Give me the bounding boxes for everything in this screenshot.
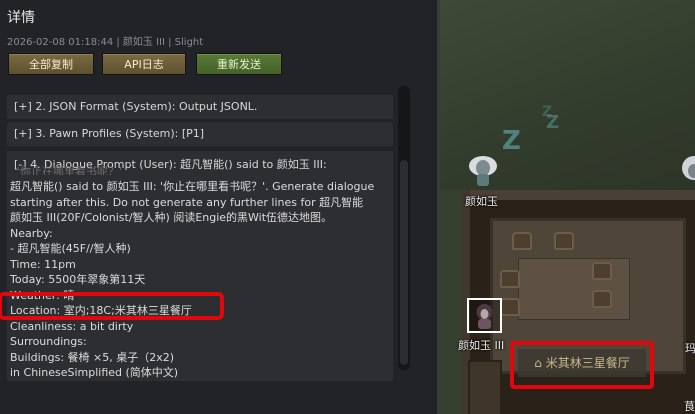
offscreen-pawn-label: 玛 [685,342,695,355]
dining-chair[interactable] [512,232,532,250]
section-label: 2. JSON Format (System): Output JSONL. [35,100,258,113]
log-meta: 2026-02-08 01:18:44 | 颜如玉 III | Slight [7,37,204,48]
prompt-line: Cleanliness: a bit dirty [10,319,134,333]
dining-chair[interactable] [500,298,520,316]
section-label: 3. Pawn Profiles (System): [P1] [35,127,205,140]
room-highlight-box [510,341,654,389]
selected-pawn-name-label: 颜如玉 III [458,339,505,352]
prompt-line: Today: 5500年翠象第11天 [10,273,146,286]
dining-chair[interactable] [592,262,612,280]
prompt-line: Time: 11pm [10,257,76,271]
details-panel: 详情 2026-02-08 01:18:44 | 颜如玉 III | Sligh… [0,0,437,414]
prompt-line: in ChineseSimplified (简体中文) [10,366,179,379]
scrollbar-thumb[interactable] [400,160,408,365]
pawn-sprite[interactable] [680,152,695,188]
panel-title: 详情 [7,10,35,26]
pawn-name-label: 颜如玉 [465,195,498,208]
prompt-line: Buildings: 餐椅 ×5, 桌子（2x2) [10,350,175,364]
dining-chair[interactable] [554,232,574,250]
prompt-line: Nearby: [10,226,53,240]
resend-button[interactable]: 重新发送 [196,53,282,75]
expand-toggle[interactable]: [+] [14,100,32,113]
prompt-line: 颜如玉 III(20F/Colonist/智人种) 阅读Engie的黑Wit伍德… [10,211,333,224]
sleep-z-icon: Z [502,126,521,156]
selected-pawn-box[interactable] [467,298,502,333]
offscreen-pawn-label: 茛 [684,400,695,413]
faded-text-line: '你止在哪里看书呢？' [17,165,123,175]
location-highlight-box [0,292,224,320]
pawn-sprite [476,304,493,329]
copy-all-button[interactable]: 全部复制 [8,53,94,75]
door[interactable] [468,360,502,414]
api-log-button[interactable]: API日志 [102,53,186,75]
prompt-line: starting after this. Do not generate any… [10,195,364,209]
prompt-line: - 超凡智能(45F//智人种) [10,242,131,255]
dining-chair[interactable] [592,290,612,308]
prompt-text: 超凡智能() said to 颜如玉 III: '你止在哪里看书呢？'. Gen… [10,179,395,381]
dining-table[interactable] [518,258,630,320]
prompt-line: Surroundings: [10,335,87,348]
expand-toggle[interactable]: [+] [14,127,32,140]
dining-chair[interactable] [500,270,520,288]
sleep-z-icon: Z [542,104,553,120]
prompt-line: 超凡智能() said to 颜如玉 III: '你止在哪里看书呢？'. Gen… [10,180,375,193]
section-json-format[interactable]: [+] 2. JSON Format (System): Output JSON… [7,95,393,119]
section-pawn-profiles[interactable]: [+] 3. Pawn Profiles (System): [P1] [7,122,393,146]
pawn-sprite[interactable] [466,150,500,190]
